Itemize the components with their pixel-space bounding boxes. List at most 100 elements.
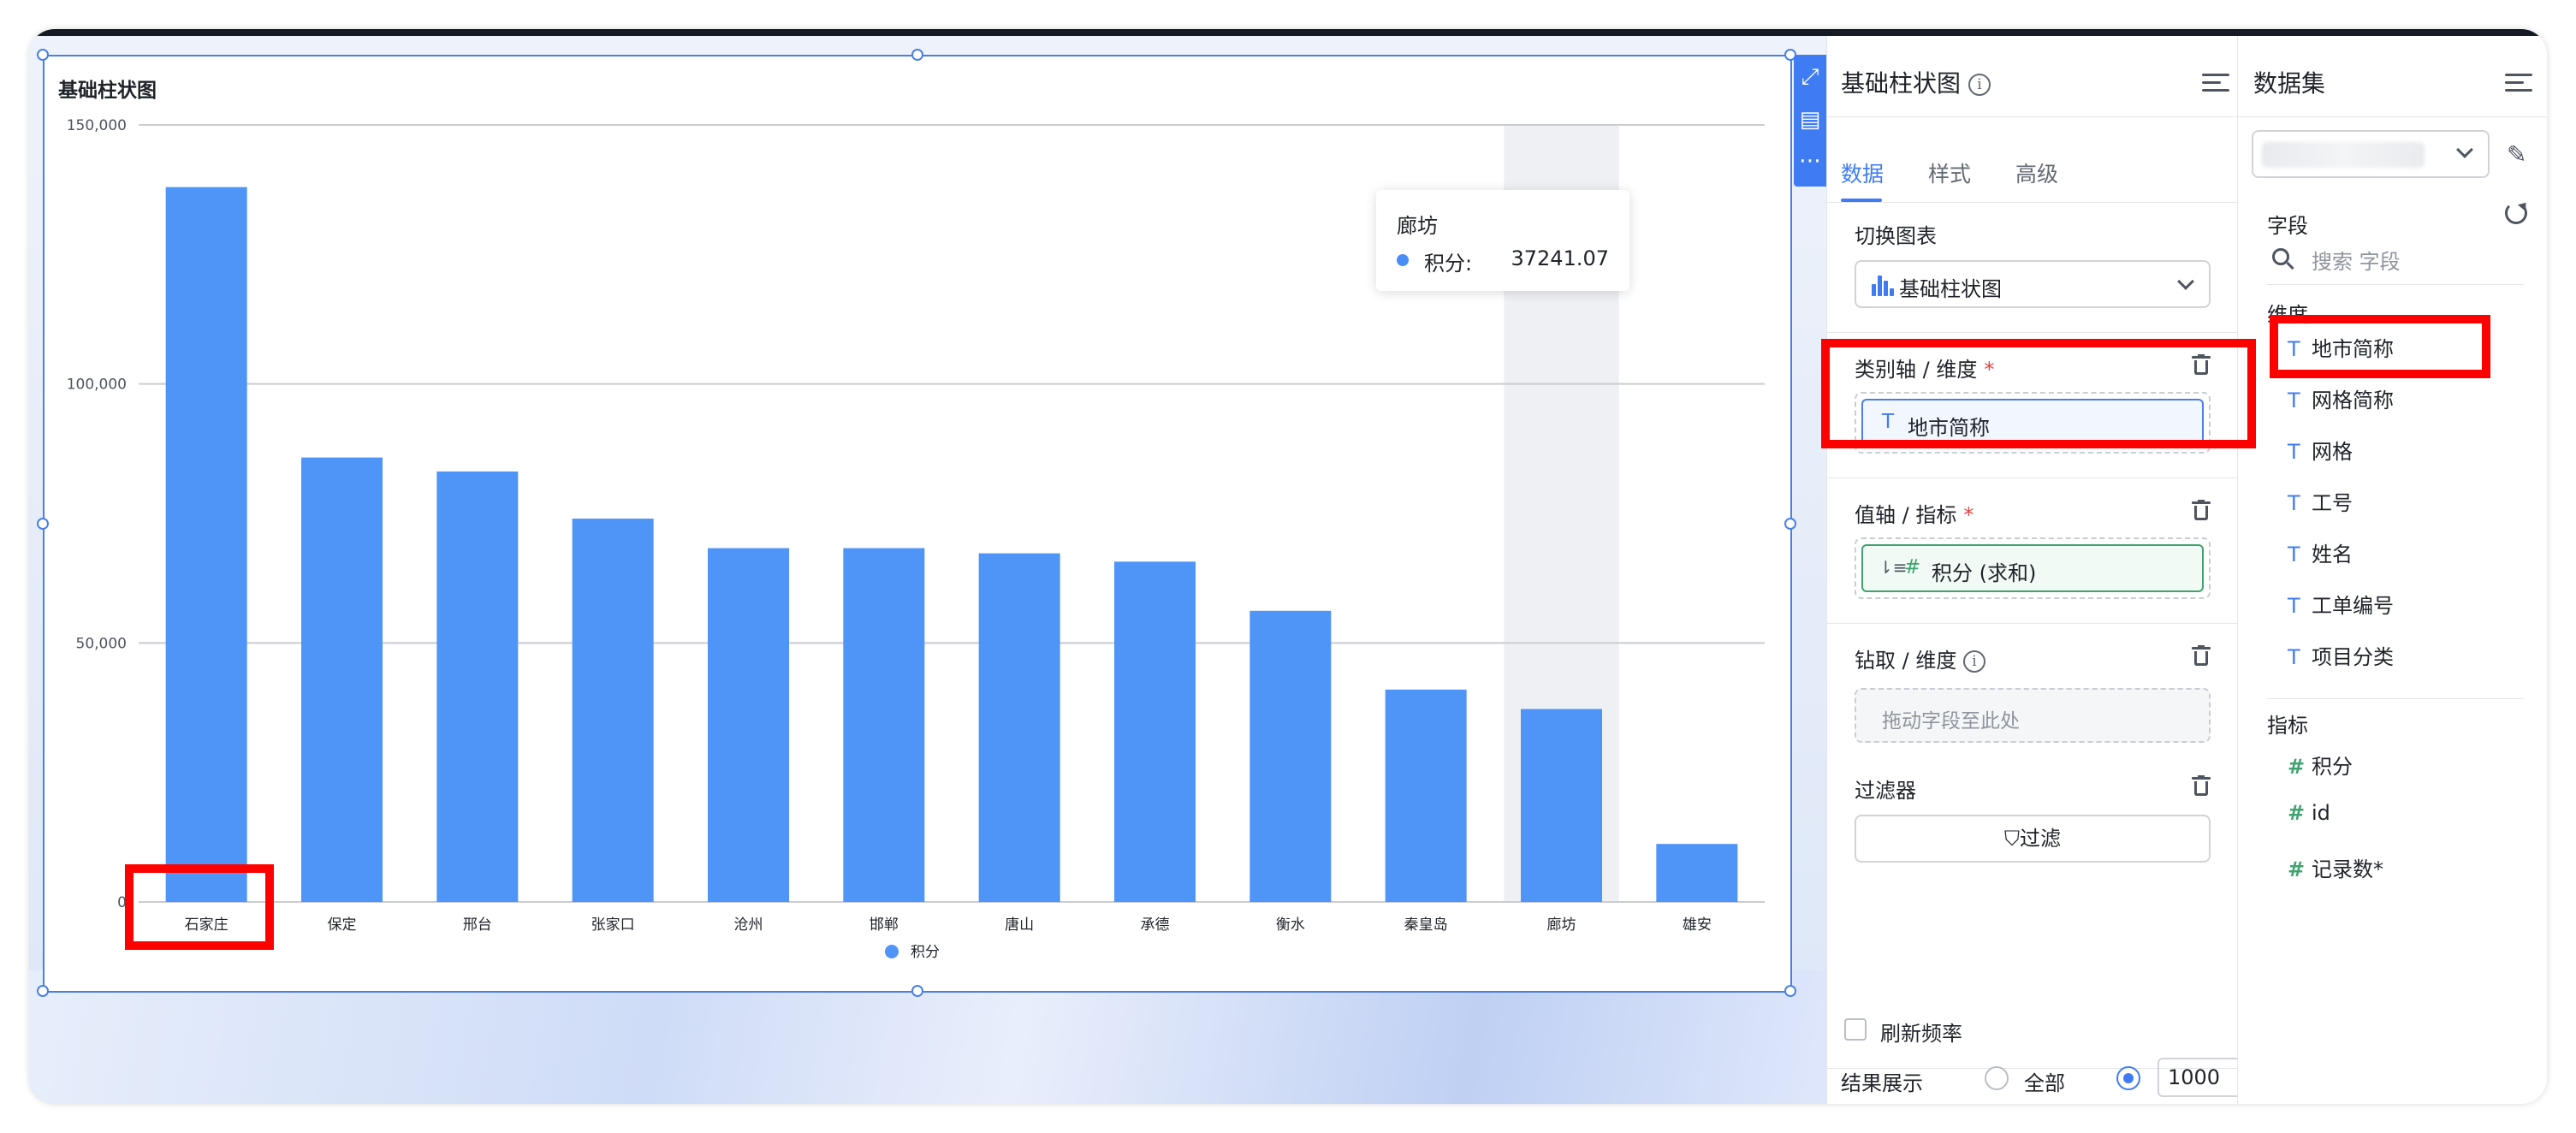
chart-type-select[interactable]: 基础柱状图: [1855, 260, 2211, 308]
bar: [1114, 561, 1196, 902]
chevron-down-icon: [2177, 273, 2194, 290]
chart-type-value: 基础柱状图: [1899, 277, 2002, 301]
field-item-dimension[interactable]: T 工单编号: [2288, 589, 2394, 619]
field-item-dimension[interactable]: T 项目分类: [2288, 640, 2394, 670]
bar: [1385, 689, 1467, 902]
resize-handle-left[interactable]: [37, 518, 49, 530]
filter-button[interactable]: ⛉过滤: [1855, 815, 2211, 863]
trash-icon[interactable]: [2192, 645, 2211, 666]
field-item-dimension[interactable]: T 姓名: [2288, 537, 2353, 567]
search-icon: [2272, 248, 2294, 270]
drill-placeholder: 拖动字段至此处: [1882, 710, 2020, 733]
resize-handle-bottom-left[interactable]: [37, 985, 49, 997]
divider: [1827, 623, 2238, 624]
expand-icon[interactable]: ⤢: [1797, 60, 1823, 94]
divider: [1827, 116, 2238, 117]
x-tick-label: 雄安: [1683, 916, 1712, 934]
filter-icon: ⛉: [2004, 827, 2020, 851]
chevron-down-icon: [2456, 141, 2473, 158]
number-field-icon: #: [2288, 801, 2306, 825]
refresh-icon[interactable]: [2505, 202, 2527, 224]
tab-style[interactable]: 样式: [1928, 157, 1971, 188]
divider: [1827, 332, 2238, 333]
legend-dot: [885, 945, 899, 958]
text-field-icon: T: [2288, 491, 2300, 515]
value-field-name: 积分 (求和): [1932, 561, 2037, 585]
result-all-label: 全部: [2024, 1071, 2065, 1095]
document-icon[interactable]: ▤: [1797, 103, 1823, 137]
fields-label: 字段: [2267, 214, 2308, 238]
value-field-pill[interactable]: ⇂≡ # 积分 (求和): [1861, 544, 2204, 592]
field-item-dimension[interactable]: T 网格简称: [2288, 383, 2394, 413]
chart-card[interactable]: 150,000 100,000 50,000 0 石家庄 保定 邢台 张家口 沧州 邯郸 唐山 承德衡…: [37, 49, 1796, 997]
divider: [1827, 202, 2238, 203]
field-item-metric[interactable]: # id: [2288, 801, 2330, 825]
sort-icon[interactable]: ⇂≡: [1879, 557, 1908, 578]
x-tick-label: 承德: [1141, 916, 1170, 934]
tooltip-series-label: 积分:: [1424, 252, 1473, 276]
dataset-panel: 数据集 ✎ 字段 搜索 字段 维度 T 地市简称 T 网格简称 T 网格 T 工号 T姓…: [2237, 36, 2547, 1104]
metrics-label: 指标: [2267, 714, 2308, 738]
resize-handle-top[interactable]: [911, 49, 923, 61]
resize-handle-right[interactable]: [1784, 518, 1796, 530]
tab-data[interactable]: 数据: [1841, 157, 1884, 188]
tooltip-title: 廊坊: [1397, 214, 1438, 238]
tab-advanced[interactable]: 高级: [2015, 157, 2058, 188]
edit-icon[interactable]: ✎: [2507, 140, 2526, 169]
result-count-radio[interactable]: [2116, 1066, 2140, 1090]
resize-handle-bottom[interactable]: [911, 985, 923, 997]
field-item-metric[interactable]: # 积分: [2288, 750, 2353, 780]
config-title-text: 基础柱状图: [1841, 69, 1962, 98]
refresh-checkbox[interactable]: [1844, 1018, 1867, 1041]
value-axis-dropzone[interactable]: ⇂≡ # 积分 (求和): [1855, 537, 2211, 599]
annotation-box-dimension-field: [2270, 315, 2490, 378]
tooltip-series-dot: [1397, 254, 1409, 266]
drill-dropzone[interactable]: 拖动字段至此处: [1855, 688, 2211, 743]
result-all-radio[interactable]: [1985, 1066, 2009, 1090]
field-item-metric[interactable]: # 记录数*: [2288, 852, 2383, 882]
y-tick-label: 150,000: [67, 117, 127, 134]
result-display-label: 结果展示: [1841, 1071, 1923, 1095]
y-tick-label: 100,000: [67, 377, 127, 394]
number-field-icon: #: [2288, 857, 2306, 881]
config-panel-title: 基础柱状图 i: [1841, 65, 1991, 99]
legend-label: 积分: [911, 944, 940, 961]
collapse-panel-icon[interactable]: [2202, 74, 2229, 96]
field-item-dimension[interactable]: T 网格: [2288, 435, 2353, 465]
drill-label: 钻取 / 维度 i: [1855, 644, 1985, 673]
number-field-icon: #: [1904, 556, 1921, 578]
bar: [572, 519, 654, 902]
trash-icon[interactable]: [2192, 500, 2211, 520]
x-tick-label: 秦皇岛: [1404, 916, 1448, 934]
app-window: 150,000 100,000 50,000 0 石家庄 保定 邢台 张家口 沧州 邯郸 唐山 承德衡…: [29, 29, 2547, 1104]
text-field-icon: T: [2288, 389, 2300, 412]
x-tick-label: 邯郸: [870, 916, 899, 934]
filter-label: 过滤器: [1855, 779, 1916, 803]
text-field-icon: T: [2288, 440, 2300, 464]
info-icon[interactable]: i: [1968, 74, 1991, 96]
refresh-label: 刷新频率: [1880, 1022, 1962, 1046]
collapse-panel-icon[interactable]: [2505, 74, 2532, 96]
x-tick-label: 保定: [328, 916, 357, 934]
bar: [843, 548, 925, 902]
field-item-dimension[interactable]: T 工号: [2288, 486, 2353, 516]
divider: [2238, 116, 2547, 117]
dashboard-canvas: 150,000 100,000 50,000 0 石家庄 保定 邢台 张家口 沧州 邯郸 唐山 承德衡…: [29, 36, 1826, 1104]
resize-handle-top-left[interactable]: [37, 49, 49, 61]
text-field-icon: T: [2288, 645, 2300, 669]
bar-chart-icon: [1872, 276, 1894, 296]
x-tick-label: 张家口: [591, 916, 635, 934]
dataset-name-blurred: [2262, 142, 2425, 168]
dataset-select[interactable]: [2252, 130, 2490, 178]
annotation-box-category-axis: [1821, 339, 2256, 448]
field-search-input[interactable]: 搜索 字段: [2312, 245, 2401, 275]
more-icon[interactable]: ⋯: [1797, 144, 1823, 178]
info-icon[interactable]: i: [1962, 650, 1985, 673]
trash-icon[interactable]: [2192, 775, 2211, 796]
bar: [1521, 709, 1602, 902]
resize-handle-bottom-right[interactable]: [1784, 985, 1796, 997]
bar: [708, 548, 789, 902]
value-axis-label: 值轴 / 指标 *: [1855, 503, 1974, 527]
bar: [978, 553, 1060, 902]
x-tick-label: 廊坊: [1547, 916, 1576, 934]
